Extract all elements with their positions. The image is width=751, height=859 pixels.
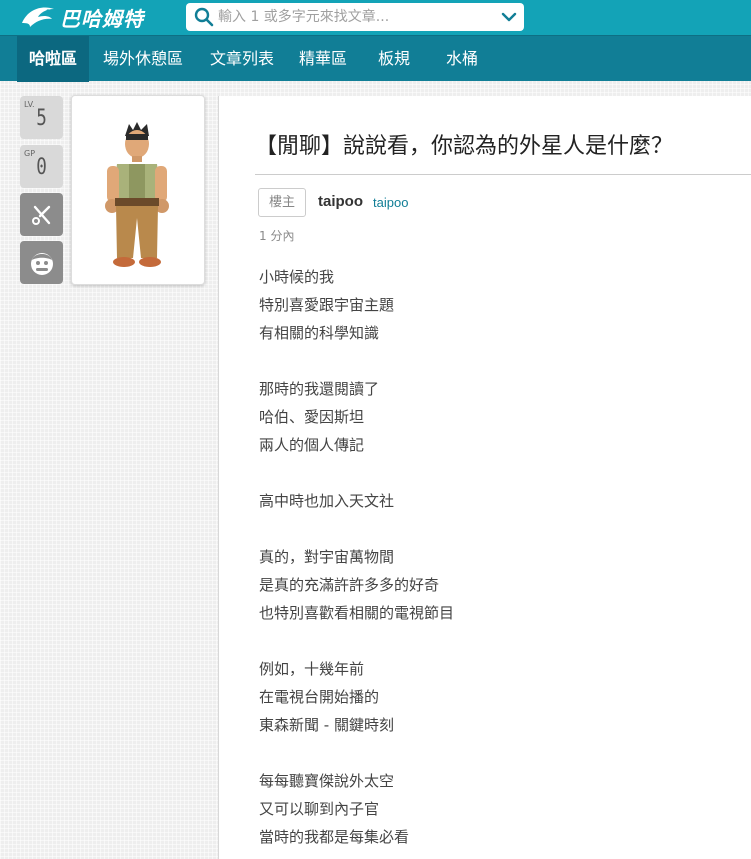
post-title: 【閒聊】說說看，你認為的外星人是什麼？ xyxy=(255,134,674,159)
site-logo[interactable]: 巴哈姆特 xyxy=(18,2,168,32)
level-badge[interactable]: LV. 5 xyxy=(20,96,63,139)
search-box xyxy=(186,3,524,31)
nav-item-rules[interactable]: 板規 xyxy=(366,36,422,82)
post-line: 有相關的科學知識 xyxy=(259,324,380,342)
mascot-icon xyxy=(20,241,63,284)
post-line xyxy=(259,459,739,487)
post-line xyxy=(259,739,739,767)
post-line: 兩人的個人傳記 xyxy=(259,436,365,454)
tools-button[interactable] xyxy=(20,193,63,236)
post-line: 又可以聊到內子官 xyxy=(259,800,380,818)
nav-item-featured[interactable]: 精華區 xyxy=(290,36,356,82)
post-line: 那時的我還閱讀了 xyxy=(259,380,380,398)
mascot-button[interactable] xyxy=(20,241,63,284)
top-bar: 巴哈姆特 xyxy=(0,0,751,35)
post-line: 哈伯、愛因斯坦 xyxy=(259,408,365,426)
logo-text: 巴哈姆特 xyxy=(60,6,144,31)
author-tag: 樓主 xyxy=(258,188,306,217)
avatar xyxy=(105,122,169,267)
nav-item-penalty[interactable]: 水桶 xyxy=(433,36,491,82)
post-line: 每每聽寶傑說外太空 xyxy=(259,772,395,790)
dragon-logo-icon xyxy=(22,7,54,28)
post-line xyxy=(259,347,739,375)
post-line: 是真的充滿許許多多的好奇 xyxy=(259,576,440,594)
user-avatar-card[interactable] xyxy=(71,95,205,285)
post-line xyxy=(259,515,739,543)
chevron-down-icon[interactable] xyxy=(494,3,524,31)
post-time: 1 分內 xyxy=(259,229,295,243)
post-line: 真的，對宇宙萬物間 xyxy=(259,548,395,566)
post-line: 例如，十幾年前 xyxy=(259,660,365,678)
post-line: 在電視台開始播的 xyxy=(259,688,380,706)
wrench-icon xyxy=(20,193,63,236)
gp-value: 0 xyxy=(36,155,47,180)
title-divider xyxy=(255,174,751,175)
author-name-link[interactable]: taipoo xyxy=(318,193,363,210)
board-nav: 哈啦區 場外休憩區 文章列表 精華區 板規 水桶 xyxy=(0,35,751,82)
post-line: 當時的我都是每集必看 xyxy=(259,828,410,846)
search-icon[interactable] xyxy=(190,3,218,31)
nav-item-chat-area[interactable]: 哈啦區 xyxy=(17,36,89,82)
post-line: 小時候的我 xyxy=(259,268,335,286)
author-id-link[interactable]: taipoo xyxy=(373,195,408,210)
post-line xyxy=(259,627,739,655)
post-content-area: 【閒聊】說說看，你認為的外星人是什麼？ 樓主 taipoo taipoo 1 分… xyxy=(218,96,751,859)
post-body: 小時候的我 特別喜愛跟宇宙主題 有相關的科學知識 那時的我還閱讀了 哈伯、愛因斯… xyxy=(259,263,739,851)
post-line: 東森新聞 - 關鍵時刻 xyxy=(259,716,394,734)
level-value: 5 xyxy=(36,106,47,131)
post-line: 也特別喜歡看相關的電視節目 xyxy=(259,604,455,622)
search-input[interactable] xyxy=(218,5,494,29)
post-line: 特別喜愛跟宇宙主題 xyxy=(259,296,395,314)
nav-item-lounge[interactable]: 場外休憩區 xyxy=(94,36,192,82)
post-line: 高中時也加入天文社 xyxy=(259,492,395,510)
gp-badge[interactable]: GP 0 xyxy=(20,145,63,188)
nav-item-article-list[interactable]: 文章列表 xyxy=(202,36,282,82)
